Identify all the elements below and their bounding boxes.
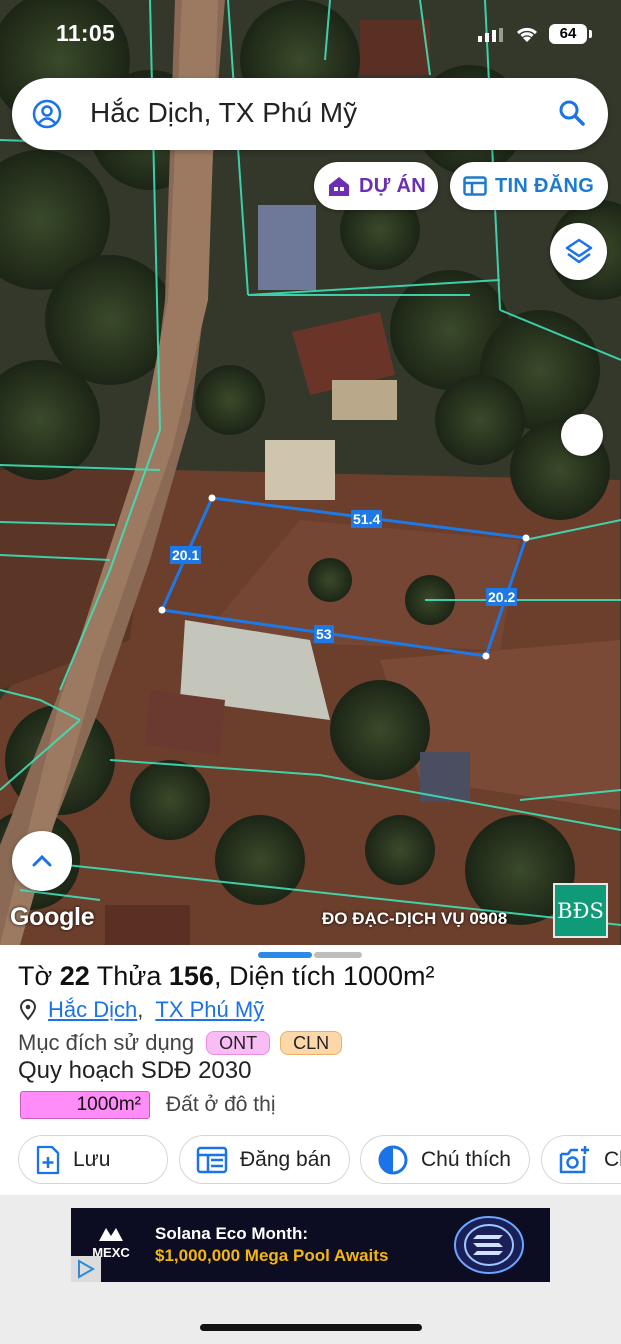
layers-icon [565,238,592,263]
legend-button[interactable]: Chú thích [360,1135,530,1184]
ad-brand-logo: MEXC [85,1226,137,1260]
action-row: Lưu Đăng bán Chú thích Ch [0,1135,621,1185]
post-label: Đăng bán [240,1147,332,1171]
save-button[interactable]: Lưu [18,1135,168,1184]
post-button[interactable]: Đăng bán [179,1135,350,1184]
search-query[interactable]: Hắc Dịch, TX Phú Mỹ [90,97,357,129]
parcel-location: Hắc Dịch, TX Phú Mỹ [18,997,264,1023]
bds-logo-text: BĐS [557,898,604,923]
expand-up-button[interactable] [12,831,72,891]
account-icon[interactable] [32,99,62,129]
map-credit: ĐO ĐẠC-DỊCH VỤ 0908 [322,909,508,928]
plan-area-chip: 1000m² [20,1091,150,1119]
bds-logo[interactable]: BĐS [553,883,608,938]
search-bar[interactable]: Hắc Dịch, TX Phú Mỹ [12,78,608,150]
location-separator: , [137,997,144,1022]
plan-type: Đất ở đô thị [166,1093,276,1116]
purpose-label: Mục đích sử dụng [18,1030,195,1055]
ad-choices[interactable] [71,1256,101,1282]
listing-icon [463,176,487,196]
plan-heading: Quy hoạch SDĐ 2030 [18,1057,252,1084]
measure-right-label: 20.2 [486,588,518,606]
thua-number: 156 [168,961,214,991]
du-an-label: DỰ ÁN [359,174,426,197]
title-prefix: Tờ [18,961,60,991]
status-time: 11:05 [56,20,116,46]
search-icon[interactable] [558,99,586,127]
title-suffix: , Diện tích 1000m² [213,961,435,991]
tin-dang-button[interactable]: TIN ĐĂNG [450,162,608,210]
ad-subline: $1,000,000 Mega Pool Awaits [155,1246,389,1265]
purpose-tag-ont[interactable]: ONT [206,1031,271,1055]
google-logo: Google [10,903,95,931]
add-photo-icon [559,1145,589,1173]
contrast-icon [378,1145,408,1174]
land-purpose: Mục đích sử dụng ONT CLN [18,1030,343,1056]
tin-dang-label: TIN ĐĂNG [495,174,595,197]
measure-bottom-label: 53 [314,625,334,643]
location-pin-icon [19,999,37,1021]
du-an-button[interactable]: DỰ ÁN [314,162,438,210]
ad-zone: MEXC Solana Eco Month: $1,000,000 Mega P… [0,1195,621,1344]
building-icon [329,177,349,196]
sheet-handle-active[interactable] [258,952,312,958]
mexc-logo-icon [99,1228,123,1241]
adchoices-icon [78,1259,96,1279]
measure-top-label: 51.4 [351,510,383,528]
ward-link[interactable]: Hắc Dịch [48,997,137,1023]
map-slider-handle[interactable] [561,414,603,456]
solana-coin-icon [454,1216,524,1274]
title-mid: Thửa [89,961,169,991]
photo-button[interactable]: Ch [541,1135,621,1184]
ad-banner[interactable]: MEXC Solana Eco Month: $1,000,000 Mega P… [71,1208,550,1282]
parcel-info-sheet: Tờ 22 Thửa 156, Diện tích 1000m² Hắc Dịc… [0,945,621,1195]
post-listing-icon [196,1146,228,1173]
sheet-handle-inactive[interactable] [314,952,362,958]
status-bar: 11:05 64 [0,0,621,66]
chevron-up-icon [32,854,52,867]
to-number: 22 [59,961,90,991]
wifi-icon [516,27,538,42]
legend-label: Chú thích [421,1147,511,1171]
photo-label: Ch [604,1147,621,1171]
ad-headline: Solana Eco Month: [155,1224,308,1243]
save-label: Lưu [73,1147,111,1171]
home-indicator[interactable] [200,1324,422,1331]
town-link[interactable]: TX Phú Mỹ [155,997,264,1023]
battery-icon: 64 [549,24,592,44]
parcel-title: Tờ 22 Thửa 156, Diện tích 1000m² [18,961,435,992]
purpose-tag-cln[interactable]: CLN [280,1031,343,1055]
signal-icon [478,28,503,42]
measure-left-label: 20.1 [170,546,202,564]
add-file-icon [36,1145,60,1174]
plan-row: 1000m² Đất ở đô thị [20,1091,276,1119]
layers-button[interactable] [550,223,607,280]
